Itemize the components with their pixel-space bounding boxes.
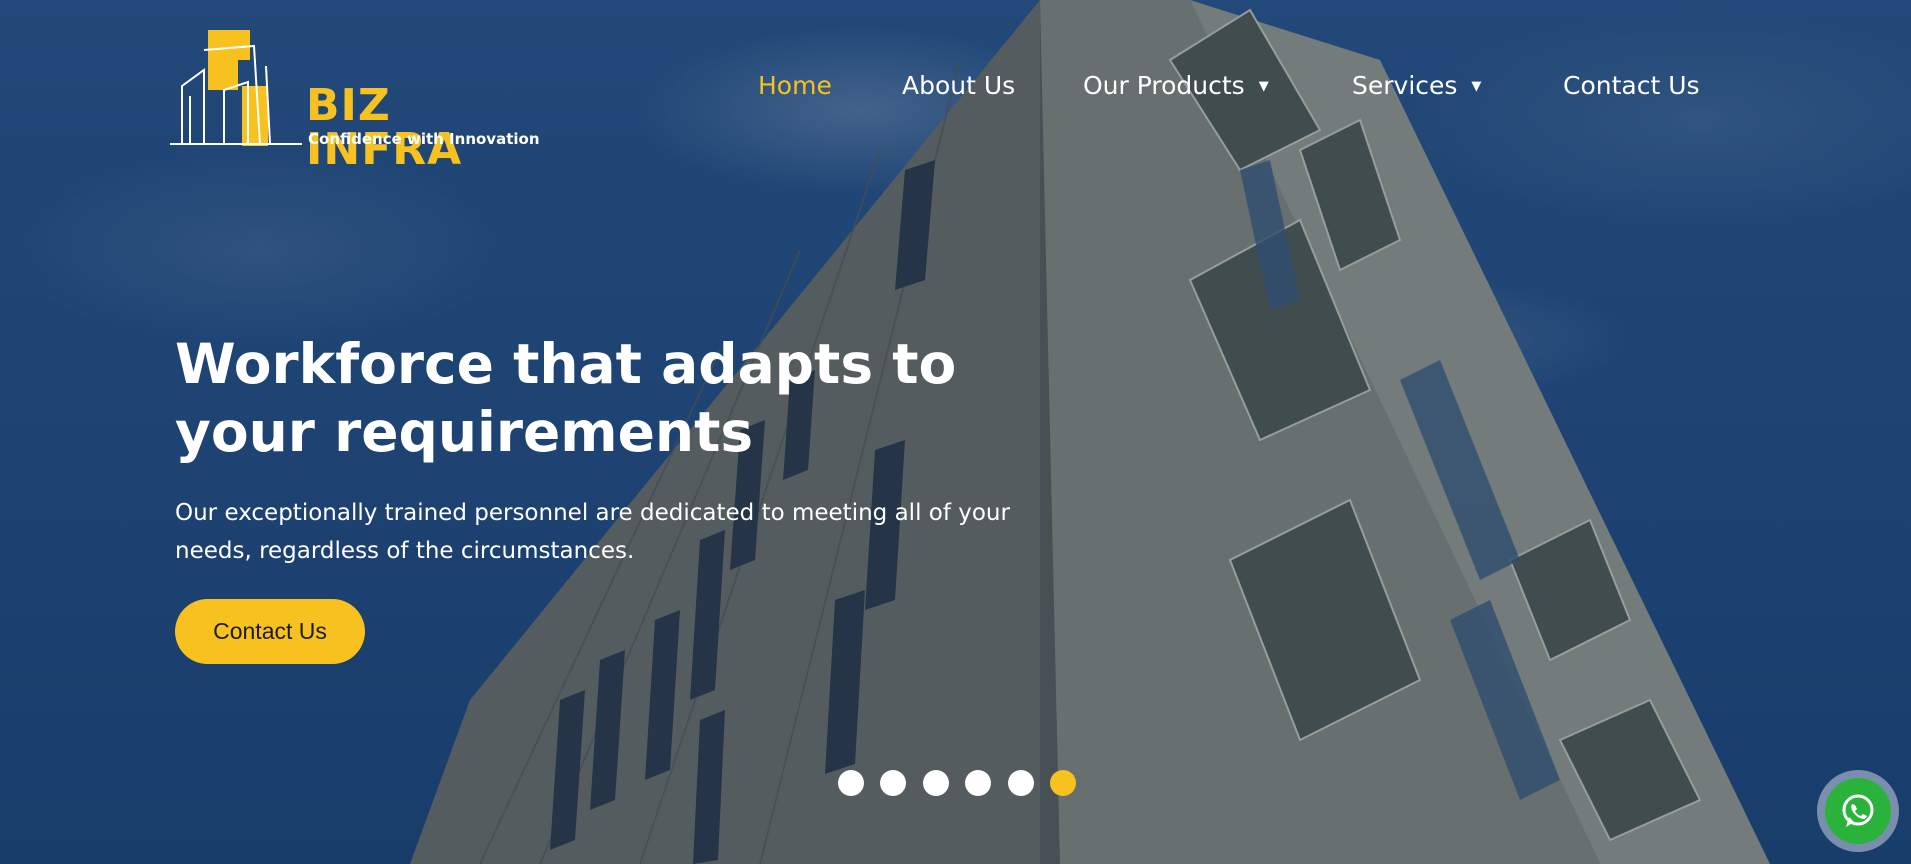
nav-item-about-us[interactable]: About Us (902, 70, 1015, 102)
main-nav: Home About Us Our Products ▼ Services ▼ Co… (0, 70, 1911, 110)
nav-item-home[interactable]: Home (758, 70, 832, 102)
chevron-down-icon: ▼ (1471, 79, 1482, 94)
chevron-down-icon: ▼ (1258, 79, 1269, 94)
nav-item-label: Our Products (1083, 71, 1245, 100)
nav-item-label: Contact Us (1563, 71, 1700, 100)
hero-headline-line-1: Workforce that adapts to (175, 332, 957, 396)
hero-subtext-line-2: needs, regardless of the circumstances. (175, 538, 635, 564)
hero-headline: Workforce that adapts to your requiremen… (175, 330, 1075, 466)
nav-item-label: Services (1352, 71, 1458, 100)
hero-subtext: Our exceptionally trained personnel are … (175, 494, 1035, 570)
slider-dot-6[interactable] (1050, 770, 1076, 796)
slider-dot-1[interactable] (838, 770, 864, 796)
whatsapp-icon (1842, 794, 1874, 827)
nav-item-services[interactable]: Services ▼ (1352, 70, 1481, 103)
slider-dot-3[interactable] (923, 770, 949, 796)
slider-dot-2[interactable] (880, 770, 906, 796)
hero-headline-line-2: your requirements (175, 400, 754, 464)
hero-subtext-line-1: Our exceptionally trained personnel are … (175, 500, 1010, 526)
nav-item-our-products[interactable]: Our Products ▼ (1083, 70, 1269, 103)
brand-tagline: Confidence with Innovation (308, 130, 540, 148)
nav-item-label: About Us (902, 71, 1016, 100)
contact-us-button[interactable]: Contact Us (175, 599, 365, 664)
whatsapp-button[interactable] (1817, 770, 1899, 852)
nav-item-label: Home (758, 71, 832, 100)
nav-item-contact-us[interactable]: Contact Us (1563, 70, 1700, 102)
slider-dot-4[interactable] (965, 770, 991, 796)
whatsapp-button-circle (1825, 778, 1891, 844)
slider-dot-5[interactable] (1008, 770, 1034, 796)
